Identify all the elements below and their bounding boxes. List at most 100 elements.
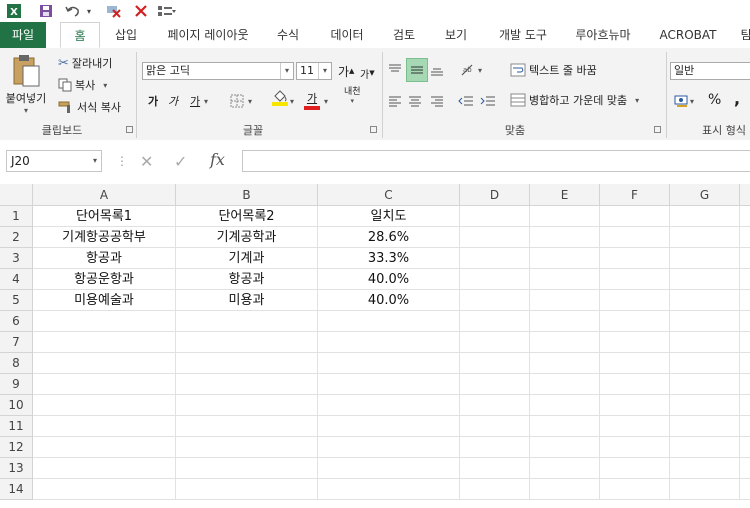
paste-button[interactable]: 붙여넣기 ▾ bbox=[6, 54, 46, 116]
cell[interactable] bbox=[176, 332, 318, 353]
comma-button[interactable]: , bbox=[734, 88, 740, 108]
cell[interactable]: 28.6% bbox=[318, 227, 460, 248]
font-color-button[interactable]: 가 bbox=[304, 90, 320, 112]
cell[interactable] bbox=[740, 248, 750, 269]
accounting-format-button[interactable]: ▾ bbox=[674, 92, 694, 110]
increase-indent-button[interactable] bbox=[480, 92, 498, 110]
fill-color-button[interactable] bbox=[272, 90, 288, 112]
enter-button[interactable]: ✓ bbox=[174, 152, 187, 171]
cell[interactable] bbox=[600, 269, 670, 290]
format-painter-button[interactable]: 서식 복사 bbox=[58, 98, 121, 116]
cell[interactable] bbox=[318, 458, 460, 479]
cell[interactable] bbox=[600, 227, 670, 248]
cell[interactable] bbox=[740, 269, 750, 290]
cell[interactable] bbox=[600, 374, 670, 395]
cell[interactable] bbox=[600, 311, 670, 332]
cell[interactable] bbox=[740, 206, 750, 227]
tab-file[interactable]: 파일 bbox=[0, 22, 46, 48]
tab-view[interactable]: 보기 bbox=[436, 22, 476, 48]
cell[interactable] bbox=[318, 395, 460, 416]
cell[interactable]: 40.0% bbox=[318, 290, 460, 311]
cell[interactable] bbox=[740, 227, 750, 248]
cell[interactable] bbox=[740, 479, 750, 500]
cell[interactable] bbox=[530, 437, 600, 458]
cell[interactable] bbox=[740, 416, 750, 437]
align-middle-button[interactable] bbox=[406, 58, 428, 82]
cell[interactable]: 33.3% bbox=[318, 248, 460, 269]
font-launcher-icon[interactable] bbox=[370, 126, 377, 133]
formula-input[interactable] bbox=[242, 150, 750, 172]
cell[interactable] bbox=[460, 374, 530, 395]
row-header[interactable]: 5 bbox=[0, 290, 33, 311]
font-size-select[interactable]: 11 ▾ bbox=[296, 62, 332, 80]
font-name-select[interactable]: 맑은 고딕 ▾ bbox=[142, 62, 294, 80]
cell[interactable] bbox=[600, 416, 670, 437]
cell[interactable] bbox=[530, 416, 600, 437]
tab-insert[interactable]: 삽입 bbox=[106, 22, 146, 48]
row-header[interactable]: 7 bbox=[0, 332, 33, 353]
cell[interactable] bbox=[670, 437, 740, 458]
align-top-button[interactable] bbox=[388, 60, 406, 80]
column-header[interactable] bbox=[740, 184, 750, 206]
cell[interactable] bbox=[670, 269, 740, 290]
cell[interactable] bbox=[176, 374, 318, 395]
cell[interactable] bbox=[600, 437, 670, 458]
align-left-button[interactable] bbox=[388, 92, 406, 110]
cell[interactable] bbox=[530, 227, 600, 248]
underline-button[interactable]: 가 bbox=[190, 92, 200, 110]
tab-home[interactable]: 홈 bbox=[60, 22, 100, 48]
column-header[interactable]: F bbox=[600, 184, 670, 206]
bold-button[interactable]: 가 bbox=[148, 92, 158, 110]
cell[interactable]: 40.0% bbox=[318, 269, 460, 290]
cell[interactable] bbox=[33, 458, 176, 479]
column-header[interactable]: G bbox=[670, 184, 740, 206]
cell[interactable] bbox=[670, 353, 740, 374]
cell[interactable] bbox=[670, 395, 740, 416]
cell[interactable] bbox=[600, 206, 670, 227]
cell[interactable] bbox=[176, 437, 318, 458]
select-all-corner[interactable] bbox=[0, 184, 33, 206]
cell[interactable] bbox=[33, 416, 176, 437]
cell[interactable]: 단어목록2 bbox=[176, 206, 318, 227]
cell[interactable] bbox=[460, 311, 530, 332]
orientation-button[interactable]: ab ▾ bbox=[460, 60, 482, 80]
cell[interactable]: 항공운항과 bbox=[33, 269, 176, 290]
phonetic-button[interactable]: 내천 ▾ bbox=[344, 88, 361, 112]
cell[interactable] bbox=[740, 437, 750, 458]
align-center-button[interactable] bbox=[408, 92, 426, 110]
cell[interactable] bbox=[530, 458, 600, 479]
cell[interactable] bbox=[33, 395, 176, 416]
tab-data[interactable]: 데이터 bbox=[322, 22, 372, 48]
cell[interactable] bbox=[460, 332, 530, 353]
cancel-button[interactable]: ✕ bbox=[140, 152, 153, 171]
grow-font-button[interactable]: 가 ▲ bbox=[338, 62, 354, 80]
cell[interactable] bbox=[600, 479, 670, 500]
column-header[interactable]: D bbox=[460, 184, 530, 206]
cell[interactable]: 항공과 bbox=[33, 248, 176, 269]
cell[interactable] bbox=[600, 248, 670, 269]
cell[interactable] bbox=[600, 332, 670, 353]
cell[interactable] bbox=[460, 269, 530, 290]
cell[interactable] bbox=[670, 311, 740, 332]
row-header[interactable]: 8 bbox=[0, 353, 33, 374]
cell[interactable] bbox=[530, 332, 600, 353]
column-header[interactable]: A bbox=[33, 184, 176, 206]
cell[interactable] bbox=[530, 395, 600, 416]
alignment-launcher-icon[interactable] bbox=[654, 126, 661, 133]
row-header[interactable]: 14 bbox=[0, 479, 33, 500]
cell[interactable] bbox=[740, 353, 750, 374]
cell[interactable] bbox=[670, 206, 740, 227]
cell[interactable]: 기계항공공학부 bbox=[33, 227, 176, 248]
underline-dropdown-icon[interactable]: ▾ bbox=[204, 92, 208, 110]
cell[interactable] bbox=[740, 395, 750, 416]
merge-center-button[interactable]: 병합하고 가운데 맞춤 ▾ bbox=[510, 90, 639, 110]
cell[interactable] bbox=[176, 311, 318, 332]
cell[interactable] bbox=[460, 458, 530, 479]
cell[interactable] bbox=[460, 395, 530, 416]
paste-dropdown-icon[interactable]: ▾ bbox=[24, 106, 28, 115]
align-bottom-button[interactable] bbox=[430, 60, 448, 80]
cell[interactable] bbox=[176, 458, 318, 479]
copy-button[interactable]: 복사 ▾ bbox=[58, 76, 107, 94]
cell[interactable] bbox=[460, 206, 530, 227]
cell[interactable] bbox=[740, 332, 750, 353]
